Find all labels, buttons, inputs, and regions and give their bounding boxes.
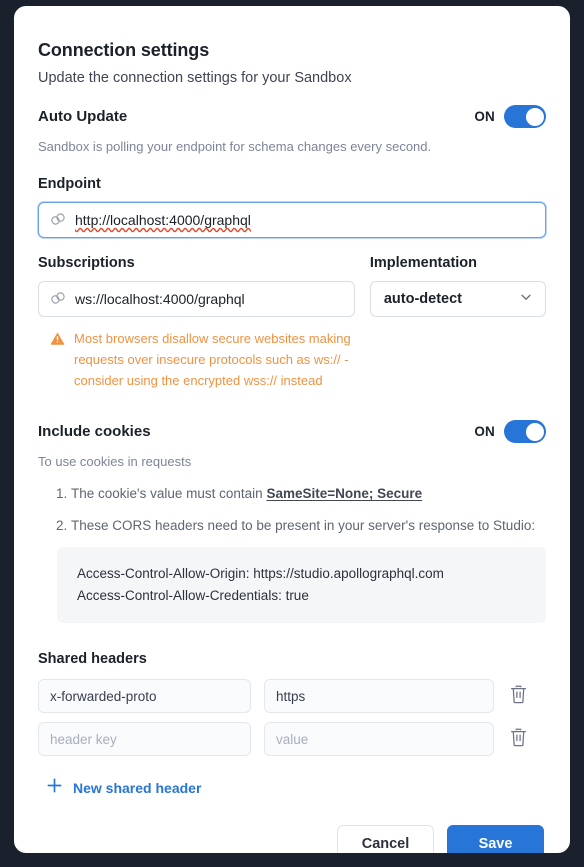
auto-update-toggle-group[interactable]: ON [474, 105, 546, 128]
subscriptions-value: ws://localhost:4000/graphql [75, 291, 245, 307]
chevron-down-icon [519, 290, 533, 309]
dialog-footer: Cancel Save [38, 825, 546, 853]
header-value-value: https [276, 688, 306, 704]
shared-header-row: header key value [38, 722, 546, 756]
header-key-input[interactable]: header key [38, 722, 251, 756]
cors-header-line: Access-Control-Allow-Credentials: true [77, 588, 309, 603]
samesite-secure-link[interactable]: SameSite=None; Secure [266, 486, 422, 501]
cookies-requirements-list: The cookie's value must contain SameSite… [38, 482, 546, 538]
dialog-title: Connection settings [38, 40, 210, 60]
connection-settings-dialog: Connection settings Update the connectio… [14, 6, 570, 853]
link-icon [50, 290, 66, 309]
toggle-knob [525, 107, 544, 126]
include-cookies-toggle[interactable] [504, 420, 546, 443]
link-icon [50, 211, 66, 230]
cookie-requirement-text: The cookie's value must contain [71, 486, 267, 501]
header-value-input[interactable]: https [264, 679, 494, 713]
implementation-label: Implementation [369, 255, 478, 271]
cookies-section-header: Include cookies ON [38, 420, 546, 443]
new-shared-header-button[interactable]: New shared header [38, 777, 201, 799]
endpoint-value: http://localhost:4000/graphql [75, 212, 251, 228]
auto-update-toggle[interactable] [504, 105, 546, 128]
endpoint-label: Endpoint [38, 176, 101, 192]
include-cookies-label: Include cookies [38, 422, 151, 440]
insecure-protocol-warning: Most browsers disallow secure websites m… [38, 328, 358, 391]
header-value-input[interactable]: value [264, 722, 494, 756]
warning-triangle-icon [50, 331, 65, 391]
auto-update-label: Auto Update [38, 107, 128, 125]
list-item: The cookie's value must contain SameSite… [71, 482, 546, 506]
shared-header-row: x-forwarded-proto https [38, 679, 546, 713]
subscriptions-input[interactable]: ws://localhost:4000/graphql [38, 281, 355, 317]
include-cookies-helper-text: To use cookies in requests [38, 454, 192, 469]
warning-text: Most browsers disallow secure websites m… [74, 331, 351, 388]
dialog-subtitle: Update the connection settings for your … [38, 70, 352, 86]
include-cookies-toggle-group[interactable]: ON [474, 420, 546, 443]
toggle-knob [525, 422, 544, 441]
endpoint-input[interactable]: http://localhost:4000/graphql [38, 202, 546, 238]
cors-requirement-text: These CORS headers need to be present in… [71, 518, 536, 533]
auto-update-toggle-state: ON [474, 109, 495, 124]
delete-header-button[interactable] [507, 727, 529, 751]
header-key-input[interactable]: x-forwarded-proto [38, 679, 251, 713]
trash-icon [510, 728, 527, 750]
auto-update-helper-text: Sandbox is polling your endpoint for sch… [38, 139, 432, 154]
new-shared-header-label: New shared header [73, 780, 202, 796]
cors-headers-code-block: Access-Control-Allow-Origin: https://stu… [57, 547, 546, 623]
cors-header-line: Access-Control-Allow-Origin: https://stu… [77, 566, 444, 581]
save-button[interactable]: Save [447, 825, 544, 853]
cancel-button[interactable]: Cancel [337, 825, 434, 853]
implementation-selected-value: auto-detect [383, 291, 463, 307]
delete-header-button[interactable] [507, 684, 529, 708]
auto-update-section-header: Auto Update ON [38, 105, 546, 128]
implementation-select[interactable]: auto-detect [369, 281, 546, 317]
subscriptions-label: Subscriptions [38, 255, 135, 271]
plus-icon [46, 777, 63, 799]
header-key-placeholder: header key [50, 731, 117, 747]
header-value-placeholder: value [276, 731, 309, 747]
shared-headers-label: Shared headers [38, 651, 147, 667]
header-key-value: x-forwarded-proto [50, 688, 157, 704]
include-cookies-toggle-state: ON [474, 424, 495, 439]
trash-icon [510, 685, 527, 707]
list-item: These CORS headers need to be present in… [71, 514, 546, 538]
subscriptions-implementation-row: Subscriptions ws://localhost:4000/graphq… [38, 252, 546, 317]
